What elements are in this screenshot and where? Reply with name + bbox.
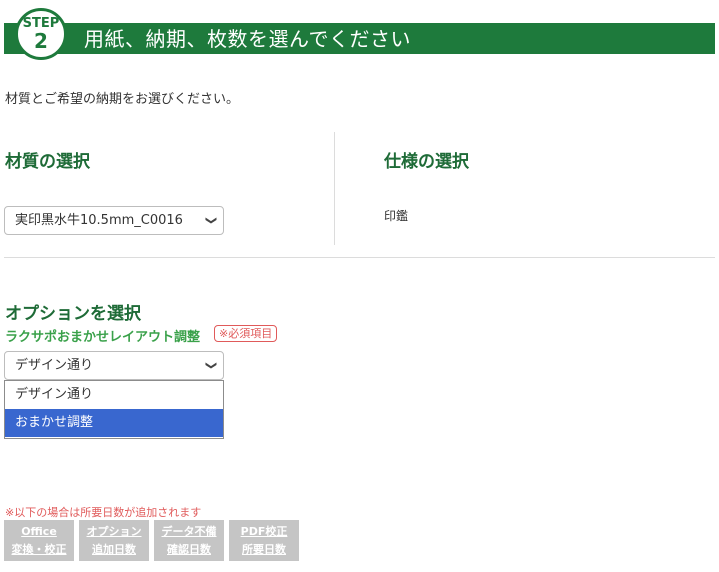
- option-days-line1: オプション: [86, 525, 142, 538]
- pdf-proof-line2: 所要日数: [242, 543, 286, 556]
- layout-option-select-value: デザイン通り: [15, 358, 94, 373]
- option-days-button[interactable]: オプション 追加日数: [79, 520, 149, 561]
- layout-option-select[interactable]: デザイン通り ❯: [4, 351, 224, 380]
- office-conversion-button[interactable]: Office 変換・校正: [4, 520, 74, 561]
- dropdown-option-omakase[interactable]: おまかせ調整: [5, 409, 223, 437]
- office-conversion-line2: 変換・校正: [11, 543, 67, 556]
- option-days-line2: 追加日数: [92, 543, 136, 556]
- layout-option-dropdown: デザイン通り おまかせ調整: [4, 380, 224, 439]
- material-select-value: 実印黒水牛10.5mm_C0016: [15, 213, 183, 228]
- data-defect-line2: 確認日数: [167, 543, 211, 556]
- column-divider: [334, 132, 335, 245]
- pdf-proof-line1: PDF校正: [240, 525, 288, 538]
- required-badge: ※必須項目: [214, 325, 278, 342]
- intro-text: 材質とご希望の納期をお選びください。: [5, 92, 240, 107]
- chevron-down-icon: ❯: [204, 360, 218, 371]
- step-badge: STEP 2: [15, 8, 67, 60]
- spec-heading: 仕様の選択: [384, 152, 469, 172]
- data-defect-button[interactable]: データ不備 確認日数: [154, 520, 224, 561]
- material-heading: 材質の選択: [5, 152, 90, 172]
- chevron-down-icon: ❯: [204, 215, 218, 226]
- material-select[interactable]: 実印黒水牛10.5mm_C0016 ❯: [4, 206, 224, 235]
- step-number: 2: [34, 29, 48, 53]
- additional-days-note: ※以下の場合は所要日数が追加されます: [5, 506, 202, 519]
- section-divider: [4, 257, 715, 258]
- spec-value: 印鑑: [384, 209, 409, 223]
- office-conversion-line1: Office: [21, 525, 57, 538]
- step-title: 用紙、納期、枚数を選んでください: [84, 27, 411, 51]
- layout-option-label: ラクサポおまかせレイアウト調整: [5, 330, 201, 345]
- dropdown-option-design[interactable]: デザイン通り: [5, 381, 223, 409]
- pdf-proof-button[interactable]: PDF校正 所要日数: [229, 520, 299, 561]
- options-heading: オプションを選択: [5, 304, 141, 324]
- data-defect-line1: データ不備: [161, 525, 217, 538]
